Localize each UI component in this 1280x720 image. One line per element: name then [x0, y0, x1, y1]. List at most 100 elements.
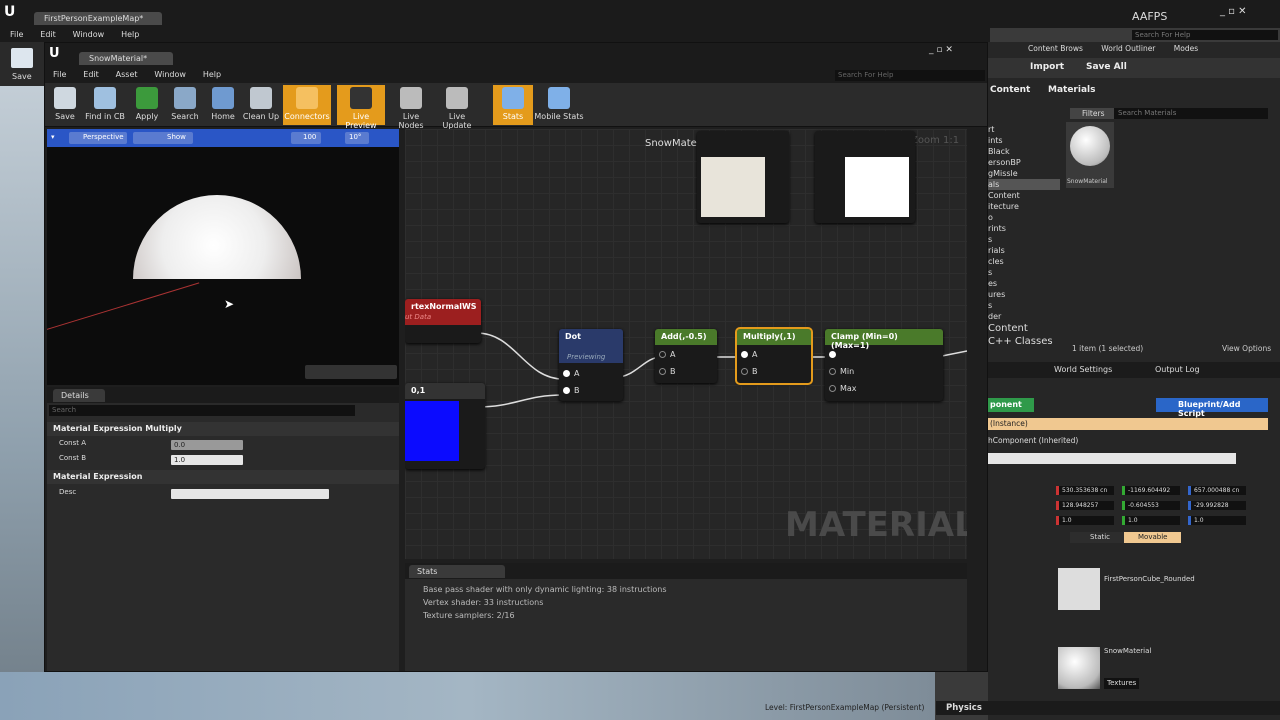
- section-material-expression[interactable]: Material Expression: [47, 470, 399, 484]
- tree-root-cpp[interactable]: C++ Classes: [988, 335, 1060, 348]
- mesh-name[interactable]: FirstPersonCube_Rounded: [1104, 575, 1195, 583]
- details-search-input[interactable]: [988, 453, 1236, 464]
- toolbar-save-button[interactable]: Save: [45, 85, 85, 125]
- outer-menu-help[interactable]: Help: [121, 30, 139, 39]
- tab-modes[interactable]: Modes: [1174, 44, 1198, 53]
- toolbar-connectors-button[interactable]: Connectors: [283, 85, 331, 125]
- desc-field[interactable]: [171, 489, 329, 499]
- menu-file[interactable]: File: [53, 70, 66, 79]
- tree-item[interactable]: rints: [988, 223, 1060, 234]
- stats-tab[interactable]: Stats: [409, 565, 505, 578]
- details-tab[interactable]: Details: [53, 389, 105, 402]
- tree-item[interactable]: es: [988, 278, 1060, 289]
- tree-item[interactable]: cles: [988, 256, 1060, 267]
- search-materials-input[interactable]: Search Materials: [1114, 108, 1268, 119]
- save-all-button[interactable]: Save All: [1086, 62, 1127, 72]
- toolbar-live-nodes-button[interactable]: Live Nodes: [391, 85, 431, 130]
- multiply-pin-a[interactable]: A: [741, 350, 757, 359]
- scale-z[interactable]: 1.0: [1188, 516, 1246, 525]
- tree-item[interactable]: Content: [988, 190, 1060, 201]
- multiply-pin-b[interactable]: B: [741, 367, 758, 376]
- toolbar-stats-button[interactable]: Stats: [493, 85, 533, 125]
- constant-vector-node[interactable]: 0,1: [405, 383, 485, 469]
- tree-item[interactable]: rials: [988, 245, 1060, 256]
- view-options-button[interactable]: View Options: [1222, 344, 1271, 353]
- component-inherited-row[interactable]: hComponent (Inherited): [988, 436, 1078, 445]
- tree-item[interactable]: als: [988, 179, 1060, 190]
- editor-window-controls[interactable]: _ ▫ ✕: [929, 45, 953, 55]
- tree-item[interactable]: ints: [988, 135, 1060, 146]
- toolbar-live-update-button[interactable]: Live Update: [437, 85, 477, 130]
- material-name[interactable]: SnowMaterial: [1104, 647, 1151, 655]
- tree-item[interactable]: s: [988, 300, 1060, 311]
- menu-asset[interactable]: Asset: [116, 70, 138, 79]
- import-button[interactable]: Import: [1030, 62, 1064, 72]
- menu-window[interactable]: Window: [154, 70, 186, 79]
- level-save-button[interactable]: Save: [0, 42, 46, 86]
- material-graph[interactable]: SnowMaterial Zoom 1:1 MATERIAL rtexNorma…: [405, 129, 967, 559]
- filters-button[interactable]: Filters: [1070, 108, 1114, 119]
- material-thumbnail[interactable]: [1058, 647, 1100, 689]
- toolbar-apply-button[interactable]: Apply: [127, 85, 167, 125]
- scale-y[interactable]: 1.0: [1122, 516, 1180, 525]
- toolbar-mobile-stats-button[interactable]: Mobile Stats: [533, 85, 585, 125]
- dot-pin-a[interactable]: A: [563, 369, 579, 378]
- tree-root-content[interactable]: Content: [988, 322, 1060, 335]
- texture-node[interactable]: [697, 131, 789, 223]
- tab-content-browser[interactable]: Content Brows: [1028, 44, 1083, 53]
- viewport-menu-icon[interactable]: ▾: [51, 133, 55, 141]
- editor-search-input[interactable]: Search For Help: [835, 70, 985, 81]
- toolbar-find-in-cb-button[interactable]: Find in CB: [85, 85, 125, 125]
- rotation-z[interactable]: -29.992828: [1188, 501, 1246, 510]
- location-z[interactable]: 657.000488 cn: [1188, 486, 1246, 495]
- add-pin-b[interactable]: B: [659, 367, 676, 376]
- tree-item[interactable]: s: [988, 234, 1060, 245]
- tree-item[interactable]: ures: [988, 289, 1060, 300]
- tab-world-outliner[interactable]: World Outliner: [1101, 44, 1155, 53]
- fov-value[interactable]: 100: [291, 132, 321, 144]
- vertex-normal-node[interactable]: rtexNormalWS ut Data: [405, 299, 481, 343]
- details-search-input[interactable]: Search: [49, 405, 355, 416]
- mobility-movable[interactable]: Movable: [1124, 532, 1182, 543]
- outer-menu-window[interactable]: Window: [73, 30, 105, 39]
- toolbar-clean-up-button[interactable]: Clean Up: [241, 85, 281, 125]
- level-tab[interactable]: FirstPersonExampleMap*: [34, 12, 162, 25]
- window-controls[interactable]: _ ▫ ✕: [1220, 6, 1247, 17]
- clamp-pin-min[interactable]: Min: [829, 367, 854, 376]
- const-a-field[interactable]: 0.0: [171, 440, 243, 450]
- add-node[interactable]: Add(,-0.5) A B: [655, 329, 717, 383]
- clamp-node[interactable]: Clamp (Min=0) (Max=1) Min Max: [825, 329, 943, 401]
- menu-help[interactable]: Help: [203, 70, 221, 79]
- blueprint-add-script-button[interactable]: Blueprint/Add Script: [1156, 398, 1268, 418]
- multiply-node[interactable]: Multiply(,1) A B: [735, 327, 813, 385]
- toolbar-home-button[interactable]: Home: [203, 85, 243, 125]
- show-button[interactable]: Show: [133, 132, 193, 144]
- textures-dropdown[interactable]: Textures: [1104, 678, 1140, 689]
- mesh-thumbnail[interactable]: [1058, 568, 1100, 610]
- preview-viewport[interactable]: ▾ Perspective Show 100 10° ➤: [47, 129, 399, 385]
- tree-item[interactable]: rt: [988, 124, 1060, 135]
- menu-edit[interactable]: Edit: [83, 70, 99, 79]
- breadcrumb-content[interactable]: Content: [990, 85, 1030, 95]
- scale-x[interactable]: 1.0: [1056, 516, 1114, 525]
- tree-item[interactable]: o: [988, 212, 1060, 223]
- tree-item[interactable]: gMissle: [988, 168, 1060, 179]
- toolbar-search-button[interactable]: Search: [165, 85, 205, 125]
- const-b-field[interactable]: 1.0: [171, 455, 243, 465]
- component-instance-row[interactable]: (Instance): [988, 418, 1268, 430]
- tab-world-settings[interactable]: World Settings: [1054, 365, 1112, 374]
- white-preview-node[interactable]: [815, 131, 915, 223]
- rotation-x[interactable]: 128.948257: [1056, 501, 1114, 510]
- asset-tile[interactable]: SnowMaterial: [1066, 122, 1114, 188]
- tree-item[interactable]: Black: [988, 146, 1060, 157]
- outer-menu-edit[interactable]: Edit: [40, 30, 56, 39]
- tree-item[interactable]: ersonBP: [988, 157, 1060, 168]
- mobility-static[interactable]: Static: [1070, 532, 1131, 543]
- snap-value[interactable]: 10°: [345, 132, 369, 144]
- breadcrumb-materials[interactable]: Materials: [1048, 85, 1095, 95]
- tree-item[interactable]: der: [988, 311, 1060, 322]
- add-component-button[interactable]: ponent: [988, 398, 1034, 412]
- tab-output-log[interactable]: Output Log: [1155, 365, 1200, 374]
- clamp-pin-input[interactable]: [829, 350, 840, 359]
- dot-pin-b[interactable]: B: [563, 386, 580, 395]
